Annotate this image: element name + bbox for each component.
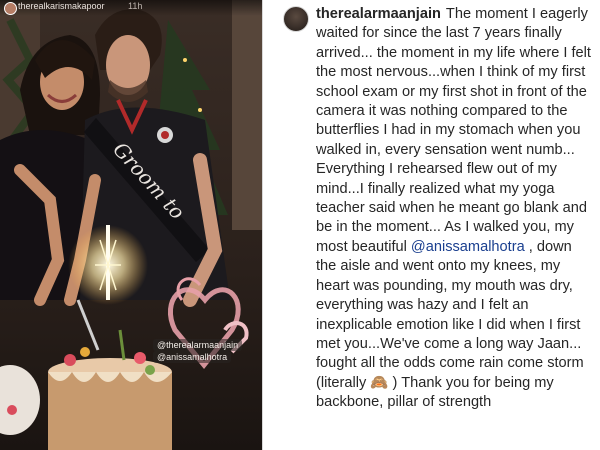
screenshot-collage: Groom to therealkarismakapoor 11h @there… — [0, 0, 600, 450]
caption-text-part1: The moment I eagerly waited for since th… — [316, 6, 591, 255]
story-avatar[interactable] — [4, 2, 17, 15]
story-mention-sticker-2[interactable]: @anissamalhotra — [153, 351, 232, 363]
caption-mention-link[interactable]: @anissamalhotra — [411, 239, 525, 255]
avatar[interactable] — [283, 6, 309, 32]
story-timestamp: 11h — [128, 1, 143, 11]
story-username[interactable]: therealkarismakapoor — [18, 1, 105, 11]
story-photo: Groom to — [0, 0, 262, 450]
caption-text-part2: , down the aisle and went onto my knees,… — [316, 238, 584, 411]
post-caption: therealarmaanjain The moment I eagerly wa… — [316, 5, 596, 413]
post-caption-panel: therealarmaanjain The moment I eagerly wa… — [263, 0, 600, 450]
story-mention-sticker-1[interactable]: @therealarmaanjain — [153, 339, 243, 351]
post-username[interactable]: therealarmaanjain — [316, 6, 441, 22]
story-photo-panel: Groom to therealkarismakapoor 11h @there… — [0, 0, 262, 450]
story-header: therealkarismakapoor 11h — [0, 0, 262, 16]
caption-crop-edge — [263, 432, 600, 450]
